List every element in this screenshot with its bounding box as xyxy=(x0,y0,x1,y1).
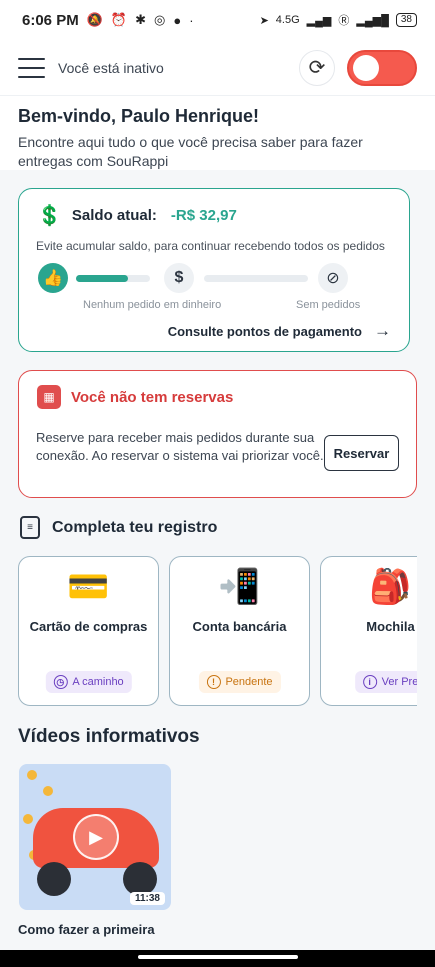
roaming-icon: Ⓡ xyxy=(338,15,350,27)
status-badge: ◷ A caminho xyxy=(45,671,132,693)
credit-card-icon: 💳 xyxy=(67,568,110,606)
arrow-right-icon: → xyxy=(374,321,391,340)
registration-header: ≡ Completa teu registro xyxy=(20,516,217,539)
registration-card-bank-account[interactable]: 📲 Conta bancária ! Pendente xyxy=(169,556,310,706)
reservations-text: Reserve para receber mais pedidos durant… xyxy=(36,430,324,463)
status-time: 6:06 PM xyxy=(22,11,79,29)
phone-payment-icon: 📲 xyxy=(218,568,261,606)
connection-status: Você está inativo xyxy=(58,59,164,76)
status-badge-text: Ver Pre xyxy=(381,676,417,688)
online-toggle[interactable] xyxy=(347,49,417,86)
network-label: 4.5G xyxy=(275,14,300,26)
signal-icon: ▂▄▆ xyxy=(306,14,332,27)
refresh-icon[interactable]: ⟳ xyxy=(299,49,335,86)
video-title[interactable]: Como fazer a primeira xyxy=(18,922,155,937)
whatsapp-icon: ◎ xyxy=(153,12,166,27)
welcome-section: Bem-vindo, Paulo Henrique! Encontre aqui… xyxy=(18,106,418,171)
status-bar: 6:06 PM 🔕 ⏰ ✱ ◎ ● · ➤ 4.5G ▂▄▆ Ⓡ ▂▄▆█ 38 xyxy=(0,0,435,40)
welcome-subtitle: Encontre aqui tudo o que você precisa sa… xyxy=(18,134,363,169)
clock-icon: ◷ xyxy=(53,675,68,689)
video-duration: 11:38 xyxy=(129,892,165,905)
menu-icon[interactable] xyxy=(18,57,45,78)
home-gesture-bar[interactable] xyxy=(138,955,298,959)
ban-icon: ⊘ xyxy=(318,263,348,293)
video-thumbnail[interactable]: ▶ 11:38 xyxy=(19,764,171,910)
top-bar: Você está inativo ⟳ xyxy=(0,40,435,96)
status-badge-text: Pendente xyxy=(225,676,273,688)
registration-card-purchase-card[interactable]: 💳 Cartão de compras ◷ A caminho xyxy=(18,556,159,706)
balance-value: -R$ 32,97 xyxy=(170,207,237,224)
battery-icon: 38 xyxy=(395,13,417,27)
info-icon: i xyxy=(362,675,377,689)
caption-no-orders: Sem pedidos xyxy=(296,299,361,311)
progress-bar-cash xyxy=(76,275,150,282)
mute-icon: 🔕 xyxy=(86,12,103,27)
status-badge: ! Pendente xyxy=(198,671,281,693)
slack-icon: ✱ xyxy=(135,12,146,27)
registration-card-label: Conta bancária xyxy=(192,619,287,634)
dollar-icon: $ xyxy=(164,263,194,293)
system-icons: ➤ 4.5G ▂▄▆ Ⓡ ▂▄▆█ 38 xyxy=(260,12,417,28)
play-icon[interactable]: ▶ xyxy=(73,814,119,860)
calendar-icon: ▦ xyxy=(37,385,61,409)
notification-icons: 🔕 ⏰ ✱ ◎ ● · xyxy=(87,12,194,28)
alert-icon: ! xyxy=(206,675,221,689)
status-badge-text: A caminho xyxy=(72,676,124,688)
payment-points-label: Consulte pontos de pagamento xyxy=(167,323,362,339)
registration-card-backpack[interactable]: 🎒 Mochila i Ver Pre xyxy=(320,556,417,706)
payment-points-link[interactable]: Consulte pontos de pagamento → xyxy=(168,321,391,341)
reservations-card: ▦ Você não tem reservas Reserve para rec… xyxy=(18,370,417,498)
caption-no-cash: Nenhum pedido em dinheiro xyxy=(83,299,222,311)
reservations-title: Você não tem reservas xyxy=(71,388,234,406)
main-content: 💲 Saldo atual: -R$ 32,97 Evite acumular … xyxy=(0,170,435,950)
registration-cards[interactable]: 💳 Cartão de compras ◷ A caminho 📲 Conta … xyxy=(18,556,417,706)
chat-icon: ● xyxy=(173,12,182,28)
backpack-icon: 🎒 xyxy=(369,568,412,606)
progress-bar-orders xyxy=(204,275,308,282)
registration-card-label: Cartão de compras xyxy=(29,619,148,634)
document-icon: ≡ xyxy=(20,516,40,539)
balance-hint: Evite acumular saldo, para continuar rec… xyxy=(36,239,385,253)
balance-label: Saldo atual: xyxy=(71,207,157,224)
location-icon: ➤ xyxy=(259,14,269,27)
thumbs-up-icon: 👍 xyxy=(38,263,68,293)
registration-card-label: Mochila xyxy=(366,619,415,634)
money-hand-icon: 💲 xyxy=(37,205,62,227)
registration-title: Completa teu registro xyxy=(52,518,218,536)
alarm-icon: ⏰ xyxy=(110,12,128,27)
balance-progress: 👍 $ ⊘ xyxy=(36,263,396,295)
signal-icon-2: ▂▄▆█ xyxy=(356,14,389,27)
system-nav-bar xyxy=(0,950,435,967)
dot-icon: · xyxy=(189,12,194,28)
reserve-button[interactable]: Reservar xyxy=(324,435,399,471)
welcome-title: Bem-vindo, Paulo Henrique! xyxy=(18,106,260,126)
balance-card: 💲 Saldo atual: -R$ 32,97 Evite acumular … xyxy=(18,188,410,352)
videos-title: Vídeos informativos xyxy=(18,726,200,747)
status-badge: i Ver Pre xyxy=(354,671,417,693)
